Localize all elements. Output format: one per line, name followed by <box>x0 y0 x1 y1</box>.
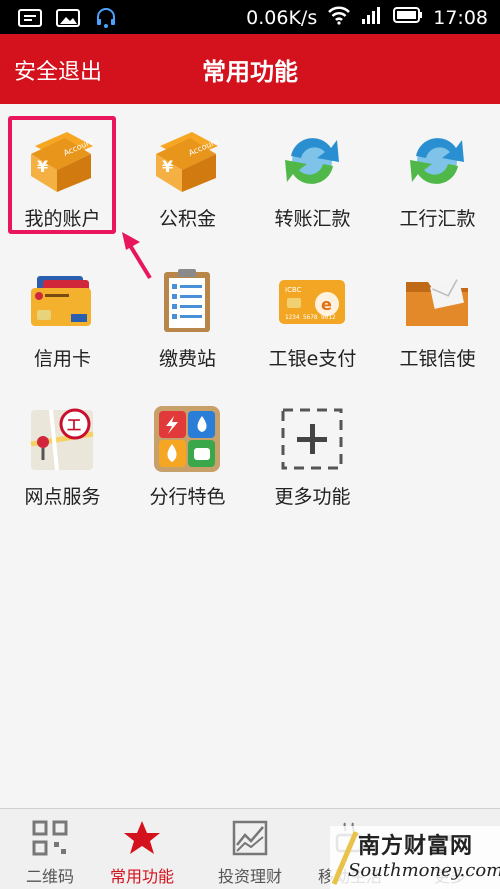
nav-tab-qr-code[interactable]: 二维码 <box>0 809 100 889</box>
svg-text:1234 5678 9012: 1234 5678 9012 <box>285 314 336 321</box>
refresh-arrows-icon <box>277 126 347 196</box>
qr-code-icon <box>31 819 69 857</box>
svg-text:工: 工 <box>67 418 81 434</box>
grid-item-branch-special[interactable]: 分行特色 <box>125 382 250 512</box>
grid-item-label: 工行汇款 <box>399 208 476 230</box>
pointer-arrow-icon <box>122 232 152 280</box>
map-branch-icon: 工 <box>27 404 97 474</box>
folder-mail-icon <box>402 266 472 336</box>
plus-icon <box>277 404 347 474</box>
nav-tab-label: 投资理财 <box>217 867 282 886</box>
account-book-icon: Account ¥ <box>152 126 222 196</box>
grid-item-branch-service[interactable]: 工 网点服务 <box>0 382 125 512</box>
grid-item-e-pay[interactable]: ICBC e 1234 5678 9012 工银e支付 <box>250 244 375 374</box>
wifi-icon <box>327 5 351 30</box>
nav-tab-label: 二维码 <box>25 867 74 886</box>
grid-item-credit-card[interactable]: 信用卡 <box>0 244 125 374</box>
grid-item-label: 更多功能 <box>274 486 351 508</box>
grid-item-label: 我的账户 <box>24 208 101 230</box>
grid-item-icbc-remittance[interactable]: 工行汇款 <box>375 104 500 234</box>
svg-text:ICBC: ICBC <box>285 286 302 294</box>
headset-icon <box>94 6 118 34</box>
refresh-arrows-icon <box>402 126 472 196</box>
chart-icon <box>231 819 269 857</box>
svg-text:¥: ¥ <box>162 157 173 176</box>
nav-tab-common-functions[interactable]: 常用功能 <box>92 809 192 889</box>
grid-item-transfer[interactable]: 转账汇款 <box>250 104 375 234</box>
grid-item-label: 转账汇款 <box>274 208 351 230</box>
svg-text:e: e <box>321 295 332 314</box>
credit-cards-icon <box>27 266 97 336</box>
grid-item-label: 缴费站 <box>158 348 216 370</box>
svg-text:¥: ¥ <box>37 157 48 176</box>
utilities-tiles-icon <box>152 404 222 474</box>
status-bar: 0.06K/s 17:08 <box>0 0 500 34</box>
grid-item-label: 分行特色 <box>149 486 226 508</box>
clipboard-icon <box>152 266 222 336</box>
grid-item-label: 公积金 <box>158 208 216 230</box>
watermark: 南方财富网 Southmoney.com <box>330 826 500 889</box>
watermark-url: Southmoney.com <box>348 860 500 881</box>
page-title: 常用功能 <box>202 58 298 86</box>
battery-icon <box>393 6 423 29</box>
grid-item-my-account[interactable]: Account ¥ 我的账户 <box>0 104 125 234</box>
grid-item-housing-fund[interactable]: Account ¥ 公积金 <box>125 104 250 234</box>
grid-item-label: 工银e支付 <box>268 348 357 370</box>
title-bar: 安全退出 常用功能 <box>0 34 500 104</box>
grid-item-more-functions[interactable]: 更多功能 <box>250 382 375 512</box>
nav-tab-investment[interactable]: 投资理财 <box>200 809 300 889</box>
watermark-text: 南方财富网 <box>358 834 474 859</box>
signal-icon <box>361 5 383 30</box>
network-speed: 0.06K/s <box>246 6 318 29</box>
grid-item-messenger[interactable]: 工银信使 <box>375 244 500 374</box>
nav-tab-label: 常用功能 <box>109 867 174 886</box>
clock: 17:08 <box>433 6 488 29</box>
message-icon <box>18 8 42 32</box>
grid-item-label: 信用卡 <box>33 348 91 370</box>
grid-item-label: 网点服务 <box>24 486 101 508</box>
account-book-icon: Account ¥ <box>27 126 97 196</box>
grid-item-label: 工银信使 <box>399 348 476 370</box>
icbc-card-icon: ICBC e 1234 5678 9012 <box>277 266 347 336</box>
image-icon <box>56 8 80 32</box>
star-icon <box>123 819 161 857</box>
